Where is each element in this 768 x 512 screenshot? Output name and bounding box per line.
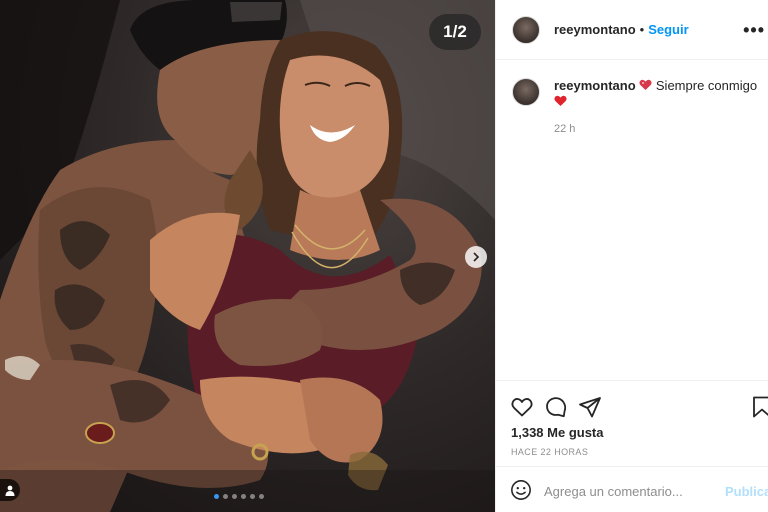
post-sidebar: reeymontano • Seguir ••• reeymontano Sie… bbox=[495, 0, 768, 512]
sparkling-heart-icon bbox=[639, 79, 652, 90]
avatar[interactable] bbox=[512, 78, 540, 106]
post-caption: reeymontano Siempre conmigo bbox=[512, 78, 762, 110]
bookmark-icon[interactable] bbox=[750, 395, 768, 419]
next-media-button[interactable] bbox=[465, 246, 487, 268]
caption-username[interactable]: reeymontano bbox=[554, 78, 636, 93]
couple-photo-illustration bbox=[0, 0, 495, 512]
header-separator: • bbox=[639, 22, 645, 37]
header-username[interactable]: reeymontano bbox=[554, 22, 636, 37]
red-heart-icon bbox=[554, 95, 567, 106]
comment-bar: Publicar bbox=[496, 466, 768, 512]
post-time-ago: HACE 22 HORAS bbox=[511, 447, 589, 457]
post-header: reeymontano • Seguir ••• bbox=[496, 0, 768, 60]
share-icon[interactable] bbox=[578, 395, 602, 419]
media-counter: 1/2 bbox=[429, 14, 481, 50]
follow-button[interactable]: Seguir bbox=[648, 22, 688, 37]
likes-count[interactable]: 1,338 Me gusta bbox=[511, 425, 604, 440]
carousel-dot bbox=[232, 494, 237, 499]
carousel-dot bbox=[250, 494, 255, 499]
caption-text: Siempre conmigo bbox=[655, 78, 758, 93]
caption-timestamp: 22 h bbox=[554, 123, 576, 135]
carousel-dot bbox=[223, 494, 228, 499]
caption-body: reeymontano Siempre conmigo bbox=[554, 78, 757, 110]
person-icon bbox=[5, 485, 15, 496]
post-photo[interactable]: 1/2 bbox=[0, 0, 495, 512]
heart-icon[interactable] bbox=[510, 395, 534, 419]
carousel-dot bbox=[214, 494, 219, 499]
comment-input[interactable] bbox=[544, 481, 714, 501]
chevron-right-icon bbox=[473, 252, 480, 262]
avatar[interactable] bbox=[512, 15, 540, 44]
post-comment-button[interactable]: Publicar bbox=[725, 484, 768, 499]
carousel-dot bbox=[241, 494, 246, 499]
carousel-indicator bbox=[214, 494, 264, 499]
carousel-dot bbox=[259, 494, 264, 499]
comment-icon[interactable] bbox=[544, 395, 568, 419]
more-options-button[interactable]: ••• bbox=[743, 20, 765, 41]
emoji-icon[interactable] bbox=[510, 479, 532, 501]
